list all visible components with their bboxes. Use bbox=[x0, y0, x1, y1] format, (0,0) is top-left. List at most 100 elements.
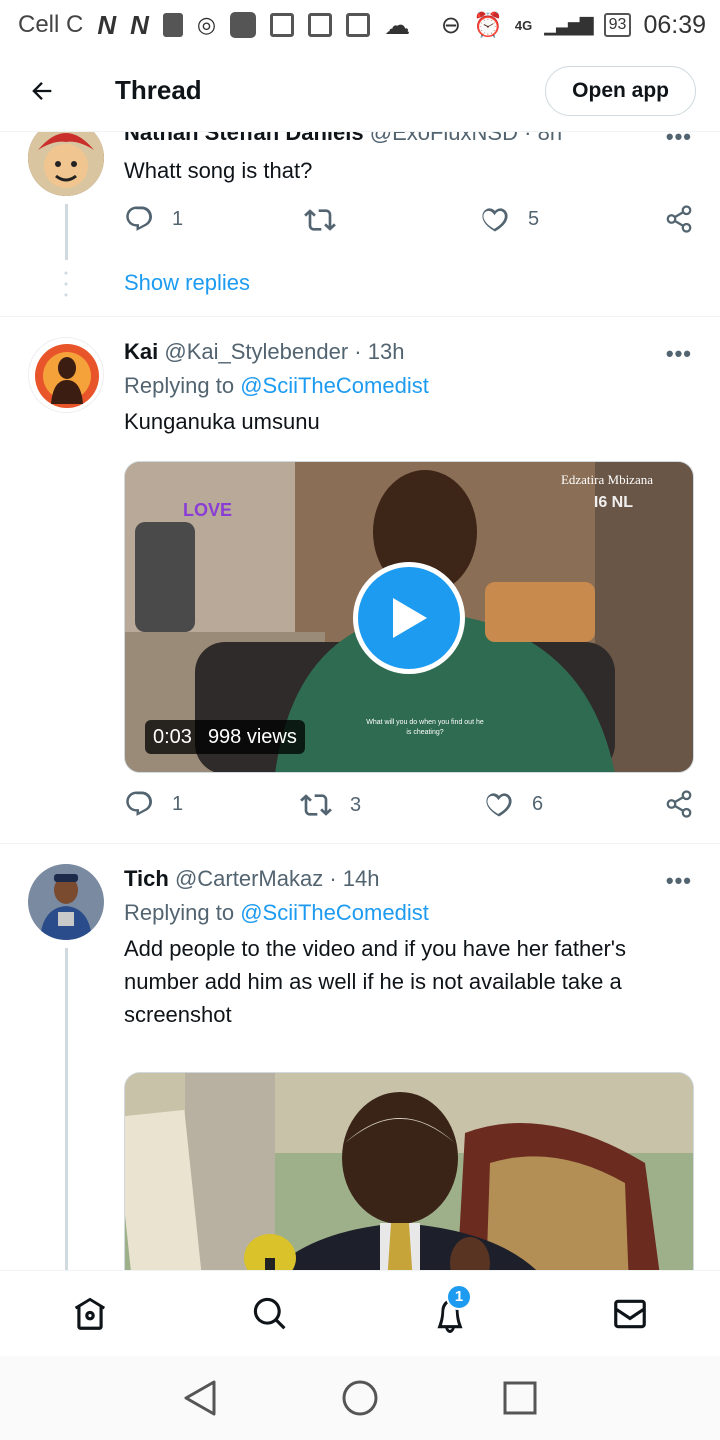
clock: 06:39 bbox=[643, 10, 706, 39]
tweet-text: Add people to the video and if you have … bbox=[124, 932, 696, 1031]
video-duration: 0:03 bbox=[153, 725, 192, 748]
dnd-icon: ⊖ bbox=[440, 11, 462, 39]
system-recents-button[interactable] bbox=[490, 1368, 550, 1428]
image-icon bbox=[308, 13, 333, 37]
retweet-count: 3 bbox=[350, 793, 362, 816]
heart-icon bbox=[486, 793, 512, 817]
video-brand: LOVE bbox=[183, 500, 233, 520]
video-watermark: Edzatira Mbizana bbox=[560, 472, 653, 487]
avatar[interactable] bbox=[28, 864, 104, 940]
system-back-button[interactable] bbox=[170, 1368, 230, 1428]
avatar[interactable] bbox=[28, 337, 104, 413]
tweet-image[interactable] bbox=[124, 1072, 694, 1270]
tweet-time: 13h bbox=[367, 339, 405, 364]
home-icon bbox=[74, 1297, 106, 1330]
notification-badge: 1 bbox=[446, 1283, 472, 1310]
tweet[interactable]: Tich @CarterMakaz · 14h ••• Replying to … bbox=[0, 844, 720, 1270]
thread-connector bbox=[65, 204, 68, 260]
tweet-author-line: Tich @CarterMakaz · 14h bbox=[124, 866, 380, 891]
thread-dots bbox=[64, 270, 68, 300]
handle[interactable]: @Kai_Stylebender bbox=[164, 339, 348, 364]
tweet[interactable]: Kai @Kai_Stylebender · 13h ••• Replying … bbox=[0, 317, 720, 843]
page-title: Thread bbox=[115, 75, 202, 105]
reply-count: 1 bbox=[172, 207, 184, 230]
tweet-text: Kunganuka umsunu bbox=[124, 409, 320, 434]
mention-link[interactable]: @SciiTheComedist bbox=[240, 900, 429, 925]
retweet-icon bbox=[304, 209, 336, 231]
calendar-icon bbox=[346, 13, 371, 37]
status-bar-left: Cell C N N ◎ ☁ bbox=[18, 10, 441, 41]
like-count: 6 bbox=[532, 792, 544, 815]
show-replies-link[interactable]: Show replies bbox=[124, 270, 250, 296]
open-app-button[interactable]: Open app bbox=[545, 65, 696, 116]
avatar[interactable] bbox=[28, 132, 104, 196]
video-stats: 0:03 998 views bbox=[145, 720, 305, 754]
cloud-icon: ☁ bbox=[384, 9, 411, 40]
retweet-button[interactable] bbox=[304, 204, 336, 236]
status-bar-right: ⊖ ⏰ 4G ▁▃▅▇ 93 06:39 bbox=[441, 11, 706, 40]
tweet-time: 8h bbox=[537, 132, 563, 145]
thread-feed[interactable]: Nathan Steffan Daniels @ExoFluxNSD · 8h … bbox=[0, 132, 720, 1270]
search-icon bbox=[253, 1297, 286, 1329]
status-bar: Cell C N N ◎ ☁ ⊖ ⏰ 4G ▁▃▅▇ 93 06:39 bbox=[0, 0, 720, 50]
tweet-text-line: screenshot bbox=[124, 1002, 232, 1027]
nav-messages[interactable] bbox=[590, 1279, 670, 1349]
bottom-navigation: 1 bbox=[0, 1270, 720, 1356]
avatar-image bbox=[28, 864, 104, 940]
share-button[interactable] bbox=[664, 204, 694, 234]
share-icon bbox=[666, 790, 692, 818]
tweet-author-line: Nathan Steffan Daniels @ExoFluxNSD · 8h bbox=[124, 132, 696, 146]
tweet-time: 14h bbox=[342, 866, 380, 891]
display-name[interactable]: Nathan Steffan Daniels bbox=[124, 132, 364, 145]
mail-icon bbox=[614, 1299, 646, 1328]
video-caption: What will you do when you find out he is… bbox=[366, 719, 484, 736]
display-name[interactable]: Tich bbox=[124, 866, 169, 891]
video-player[interactable]: LOVE Edzatira Mbizana I6 NL What will yo… bbox=[124, 461, 694, 773]
replying-label: Replying to bbox=[124, 900, 235, 925]
heart-icon bbox=[482, 208, 508, 232]
display-name[interactable]: Kai bbox=[124, 339, 158, 364]
tweet[interactable]: Nathan Steffan Daniels @ExoFluxNSD · 8h … bbox=[0, 132, 720, 316]
thread-connector bbox=[65, 948, 68, 1270]
tweet-actions: 1 5 bbox=[124, 204, 694, 244]
network-type: 4G bbox=[514, 17, 533, 33]
mention-link[interactable]: @SciiTheComedist bbox=[240, 373, 429, 398]
tweet-actions: 1 3 6 bbox=[124, 789, 694, 829]
like-button[interactable]: 5 bbox=[480, 204, 539, 234]
reply-button[interactable]: 1 bbox=[124, 789, 183, 819]
battery-icon: 93 bbox=[603, 13, 632, 37]
app-header: Thread Open app bbox=[0, 50, 720, 132]
triangle-back-icon bbox=[184, 1380, 216, 1416]
share-button[interactable] bbox=[664, 789, 694, 819]
nav-home[interactable] bbox=[50, 1279, 130, 1349]
reply-button[interactable]: 1 bbox=[124, 204, 183, 234]
play-button[interactable] bbox=[353, 562, 465, 674]
app-notification-icon bbox=[230, 12, 257, 38]
handle[interactable]: @ExoFluxNSD bbox=[370, 132, 518, 145]
back-button[interactable] bbox=[12, 61, 72, 121]
more-options-button[interactable]: ••• bbox=[666, 341, 692, 367]
more-options-button[interactable]: ••• bbox=[666, 868, 692, 894]
nav-search[interactable] bbox=[230, 1279, 310, 1349]
replying-label: Replying to bbox=[124, 373, 235, 398]
photo bbox=[125, 1073, 693, 1270]
tweet-text-line: Add people to the video and if you have … bbox=[124, 936, 626, 961]
tweet-text-line: number add him as well if he is not avai… bbox=[124, 969, 622, 994]
n-notification-icon: N bbox=[130, 9, 149, 40]
signal-icon: ▁▃▅▇ bbox=[544, 14, 593, 35]
carrier-name: Cell C bbox=[18, 11, 84, 38]
reply-count: 1 bbox=[172, 792, 184, 815]
activity-icon bbox=[270, 13, 295, 37]
video-channel: I6 NL bbox=[593, 494, 633, 511]
retweet-button[interactable]: 3 bbox=[300, 789, 361, 821]
nav-notifications[interactable]: 1 bbox=[410, 1279, 490, 1349]
like-count: 5 bbox=[528, 207, 540, 230]
replying-to-line: Replying to @SciiTheComedist bbox=[124, 373, 429, 399]
system-home-button[interactable] bbox=[330, 1368, 390, 1428]
circle-home-icon bbox=[342, 1380, 378, 1416]
handle[interactable]: @CarterMakaz bbox=[175, 866, 323, 891]
more-options-button[interactable]: ••• bbox=[666, 132, 692, 150]
like-button[interactable]: 6 bbox=[484, 789, 543, 819]
square-recents-icon bbox=[503, 1381, 537, 1415]
radar-icon: ◎ bbox=[196, 12, 217, 37]
